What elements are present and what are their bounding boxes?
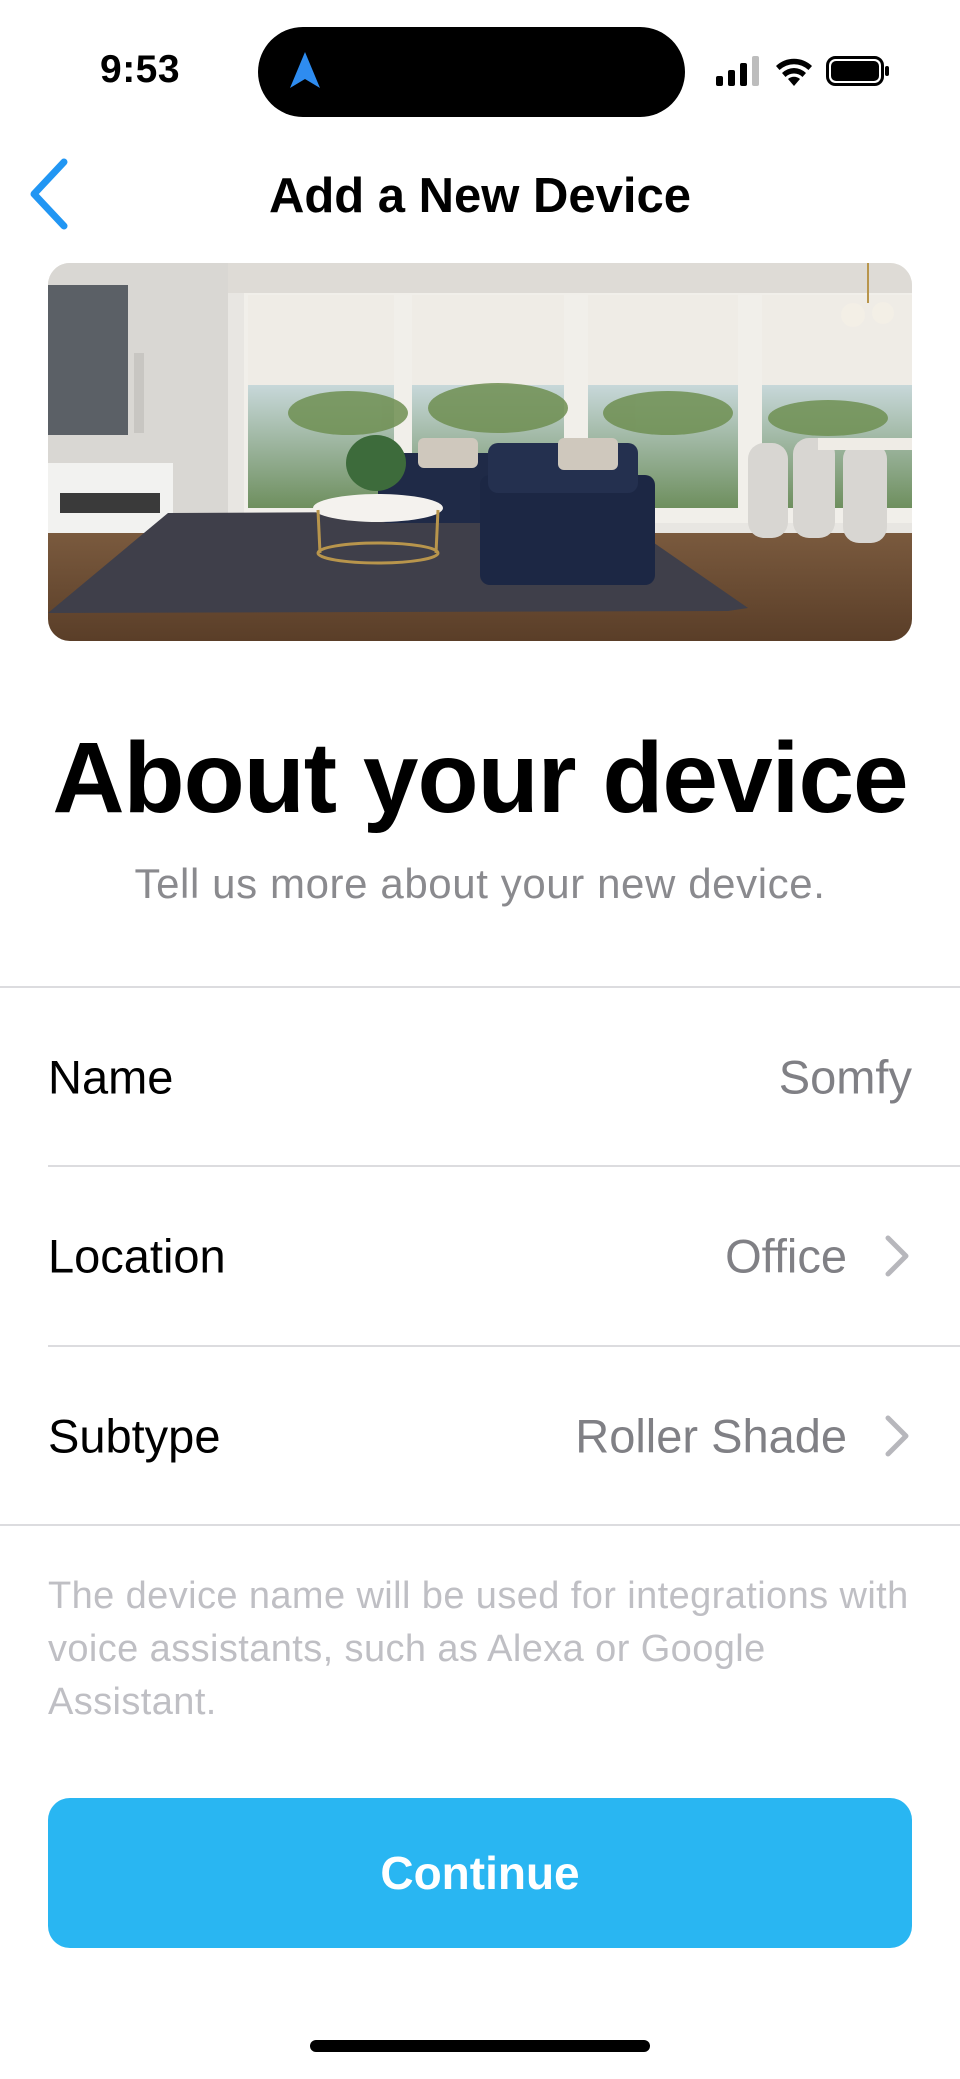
dynamic-island bbox=[258, 27, 685, 117]
cellular-signal-icon bbox=[716, 56, 759, 86]
name-row[interactable]: Name Somfy bbox=[48, 988, 912, 1166]
page-heading: About your device bbox=[52, 722, 908, 834]
page-subheading: Tell us more about your new device. bbox=[134, 860, 826, 907]
form-bottom-divider bbox=[0, 1524, 960, 1526]
chevron-right-icon bbox=[885, 1235, 909, 1277]
chevron-right-icon bbox=[885, 1415, 909, 1457]
subtype-label: Subtype bbox=[48, 1409, 221, 1463]
subtype-value: Roller Shade bbox=[575, 1409, 847, 1463]
hero-image bbox=[48, 263, 912, 641]
subtype-row[interactable]: Subtype Roller Shade bbox=[48, 1347, 912, 1525]
location-value: Office bbox=[725, 1229, 847, 1283]
battery-icon bbox=[826, 56, 889, 86]
home-indicator[interactable] bbox=[310, 2040, 650, 2052]
location-label: Location bbox=[48, 1229, 226, 1283]
location-row[interactable]: Location Office bbox=[48, 1167, 912, 1345]
name-value[interactable]: Somfy bbox=[779, 1050, 912, 1105]
location-arrow-icon bbox=[290, 52, 320, 88]
status-time: 9:53 bbox=[100, 48, 181, 91]
nav-title: Add a New Device bbox=[268, 169, 692, 223]
name-label: Name bbox=[48, 1050, 174, 1104]
continue-button[interactable]: Continue bbox=[48, 1798, 912, 1948]
wifi-icon bbox=[776, 58, 812, 86]
footnote-text: The device name will be used for integra… bbox=[48, 1575, 909, 1723]
